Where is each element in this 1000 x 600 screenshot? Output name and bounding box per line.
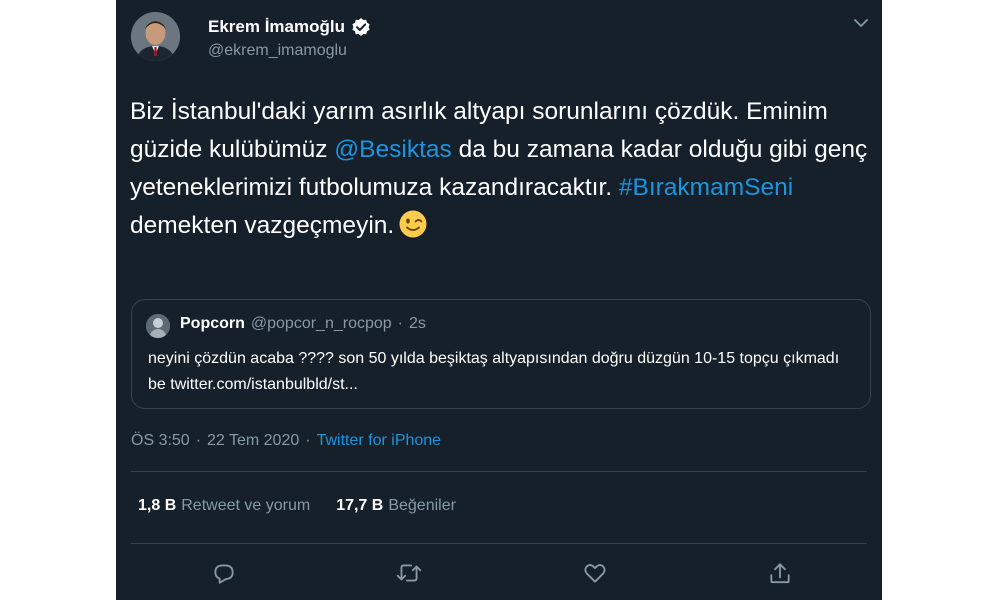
likes-label: Beğeniler [388, 497, 456, 514]
heart-icon[interactable] [578, 556, 612, 590]
quoted-tweet[interactable]: Popcorn @popcor_n_rocpop · 2s neyini çöz… [131, 299, 871, 409]
author-handle[interactable]: @ekrem_imamoglu [208, 42, 347, 60]
divider [131, 471, 867, 472]
tweet-source-link[interactable]: Twitter for iPhone [317, 432, 442, 450]
tweet-actions [116, 556, 882, 590]
quote-author-handle: @popcor_n_rocpop [250, 315, 392, 332]
author-avatar[interactable] [131, 12, 180, 61]
retweet-icon[interactable] [392, 556, 426, 590]
tweet-text: Biz İstanbul'daki yarım asırlık altyapı … [130, 93, 870, 245]
tweet-date[interactable]: 22 Tem 2020 [207, 432, 299, 450]
tweet-time[interactable]: ÖS 3:50 [131, 432, 190, 450]
chevron-down-icon[interactable] [852, 14, 870, 32]
retweets-stat[interactable]: 1,8 B Retweet ve yorum [138, 497, 310, 515]
likes-stat[interactable]: 17,7 B Beğeniler [336, 497, 456, 515]
author-name[interactable]: Ekrem İmamoğlu [208, 17, 345, 37]
meta-separator: · [305, 432, 311, 449]
verified-badge-icon [351, 17, 371, 37]
retweets-count: 1,8 B [138, 497, 177, 514]
reply-icon[interactable] [207, 556, 241, 590]
quote-text: neyini çözdün acaba ???? son 50 yılda be… [148, 350, 840, 393]
winking-face-emoji-icon [398, 209, 428, 239]
tweet-meta: ÖS 3:50 · 22 Tem 2020 · Twitter for iPho… [131, 432, 441, 450]
retweets-label: Retweet ve yorum [181, 497, 311, 514]
likes-count: 17,7 B [336, 497, 384, 514]
tweet-card: Ekrem İmamoğlu @ekrem_imamoglu Biz İstan… [116, 0, 882, 600]
quote-avatar [146, 314, 170, 338]
share-icon[interactable] [763, 556, 797, 590]
meta-separator: · [195, 432, 202, 449]
tweet-text-part3: demekten vazgeçmeyin. [130, 212, 395, 239]
tweet-stats: 1,8 B Retweet ve yorum 17,7 B Beğeniler [138, 497, 456, 515]
hashtag-link[interactable]: #BırakmamSeni [619, 174, 793, 201]
quote-author-name: Popcorn [180, 315, 245, 332]
quote-time: 2s [409, 315, 426, 332]
divider [131, 543, 867, 544]
mention-link[interactable]: @Besiktas [334, 136, 451, 163]
author-name-row: Ekrem İmamoğlu [208, 15, 371, 39]
quote-header: Popcorn @popcor_n_rocpop · 2s [180, 315, 426, 333]
quote-separator: · [397, 315, 403, 332]
